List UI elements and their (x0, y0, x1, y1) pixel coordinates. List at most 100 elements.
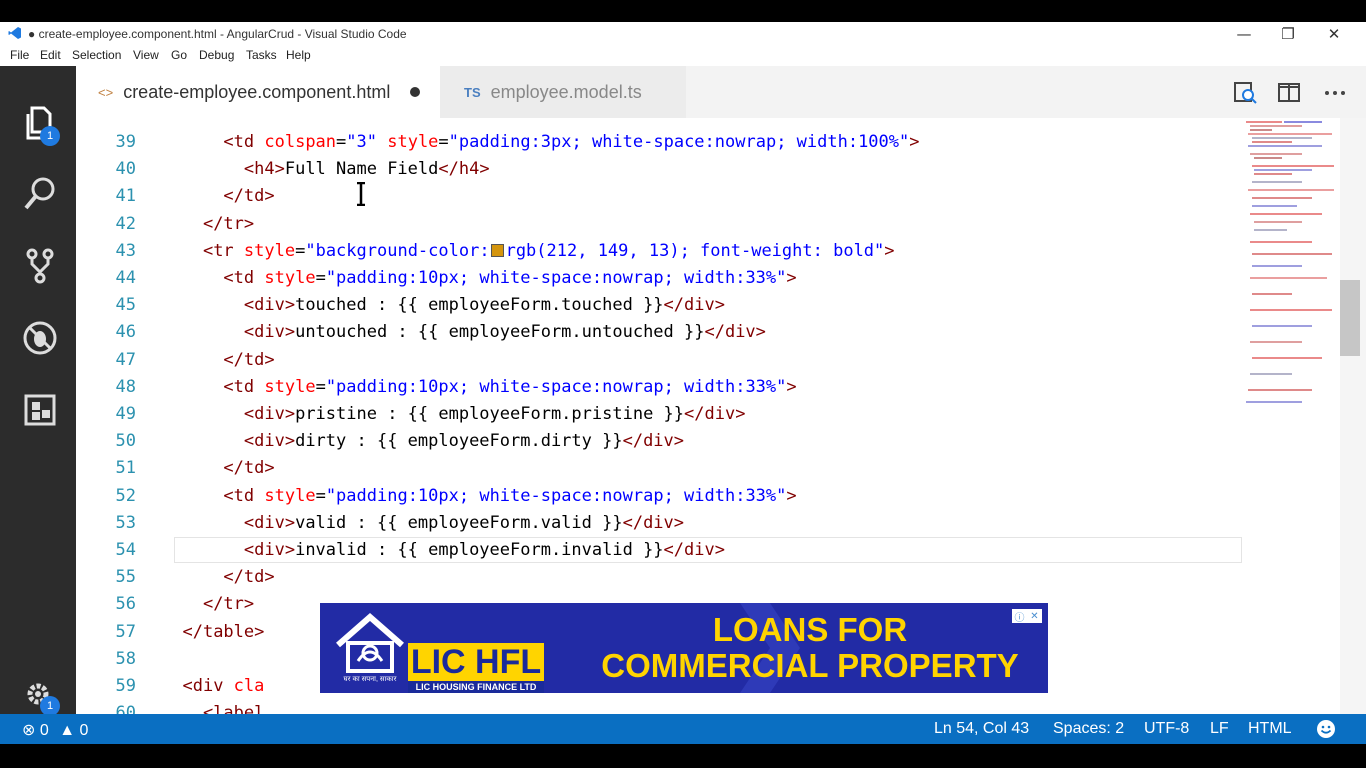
menu-go[interactable]: Go (171, 48, 187, 62)
title-bar: ● create-employee.component.html - Angul… (0, 22, 1366, 46)
minimize-button[interactable]: — (1222, 22, 1266, 46)
search-icon[interactable] (18, 172, 62, 216)
indentation[interactable]: Spaces: 2 (1053, 720, 1124, 738)
ad-info-icon[interactable]: ⓘ (1012, 609, 1027, 624)
line-number: 58 (115, 648, 136, 669)
minimap[interactable] (1242, 118, 1342, 714)
code-line[interactable]: 48 <td style="padding:10px; white-space:… (76, 374, 1242, 401)
menu-help[interactable]: Help (286, 48, 311, 62)
line-number: 56 (115, 594, 136, 615)
menu-view[interactable]: View (133, 48, 159, 62)
line-code: <tr style="background-color: rgb(212, 149… (162, 238, 895, 265)
source-control-icon[interactable] (18, 244, 62, 288)
open-preview-icon[interactable] (1232, 80, 1258, 106)
menu-tasks[interactable]: Tasks (246, 48, 277, 62)
settings-badge: 1 (40, 696, 60, 716)
code-line[interactable]: 43 <tr style="background-color: rgb(212, … (76, 238, 1242, 265)
code-line[interactable]: 49 <div>pristine : {{ employeeForm.prist… (76, 401, 1242, 428)
code-token: > (884, 240, 895, 261)
code-token: </td> (223, 567, 275, 588)
ad-close-icon[interactable]: ✕ (1027, 609, 1042, 623)
code-token: valid : {{ employeeForm.valid }} (295, 512, 623, 533)
vertical-scrollbar[interactable] (1340, 118, 1366, 714)
code-line[interactable]: 60 <label (76, 700, 1242, 714)
code-token: > (786, 268, 797, 288)
language-mode[interactable]: HTML (1248, 720, 1292, 738)
code-line[interactable]: 42 </tr> (76, 211, 1242, 238)
code-token: </h4> (438, 159, 490, 180)
extensions-icon[interactable] (18, 388, 62, 432)
code-line[interactable]: 55 </td> (76, 564, 1242, 591)
code-token: style (387, 132, 439, 152)
menu-selection[interactable]: Selection (72, 48, 121, 62)
end-of-line[interactable]: LF (1210, 720, 1229, 738)
status-bar: ⊗ 0 ▲ 0 Ln 54, Col 43 Spaces: 2 UTF-8 LF… (0, 714, 1366, 744)
line-code: </td> (162, 347, 274, 374)
menu-debug[interactable]: Debug (199, 48, 234, 62)
line-code: <div cla (162, 673, 264, 700)
explorer-icon[interactable]: 1 (18, 102, 62, 146)
color-swatch-icon[interactable] (490, 244, 504, 258)
code-token: <div> (243, 512, 296, 533)
code-line[interactable]: 45 <div>touched : {{ employeeForm.touche… (76, 292, 1242, 319)
split-editor-icon[interactable] (1276, 80, 1302, 106)
code-token: = (438, 132, 449, 152)
code-line[interactable]: 53 <div>valid : {{ employeeForm.valid }}… (76, 510, 1242, 537)
line-code: <td style="padding:10px; white-space:now… (162, 483, 796, 510)
menu-edit[interactable]: Edit (40, 48, 61, 62)
close-button[interactable]: ✕ (1312, 22, 1356, 46)
code-line[interactable]: 51 </td> (76, 455, 1242, 482)
ad-banner[interactable]: घर का सपना, साकार LIC HFL LIC HOUSING FI… (320, 603, 1048, 693)
code-token: </div> (663, 540, 725, 560)
code-line[interactable]: 41 </td> (76, 183, 1242, 210)
unsaved-dot-icon[interactable] (410, 87, 421, 97)
line-number: 55 (115, 567, 136, 588)
line-code: <td colspan="3" style="padding:3px; whit… (162, 129, 919, 156)
code-line[interactable]: 50 <div>dirty : {{ employeeForm.dirty }}… (76, 428, 1242, 455)
code-token: "padding:10px; white-space:nowrap; width… (325, 485, 787, 506)
code-line[interactable]: 52 <td style="padding:10px; white-space:… (76, 483, 1242, 510)
menu-file[interactable]: File (10, 48, 29, 62)
restore-button[interactable]: ❐ (1266, 22, 1310, 46)
menu-bar: File Edit Selection View Go Debug Tasks … (0, 46, 1366, 66)
warning-count: 0 (79, 722, 89, 739)
line-number: 57 (115, 621, 136, 642)
code-line[interactable]: 44 <td style="padding:10px; white-space:… (76, 265, 1242, 292)
code-token: cla (233, 676, 265, 696)
vertical-scrollbar-thumb[interactable] (1340, 280, 1360, 356)
code-line[interactable]: 39 <td colspan="3" style="padding:3px; w… (76, 129, 1242, 156)
line-number: 60 (115, 703, 136, 714)
cursor-position[interactable]: Ln 54, Col 43 (934, 720, 1029, 738)
explorer-badge: 1 (40, 126, 60, 146)
code-token: <td (223, 376, 265, 397)
tab-create-employee-component-html[interactable]: <> create-employee.component.html (76, 66, 440, 118)
line-number: 45 (115, 295, 136, 316)
debug-icon[interactable] (18, 316, 62, 360)
line-code: <div>touched : {{ employeeForm.touched }… (162, 292, 725, 319)
code-token: = (315, 485, 326, 506)
smiley-icon[interactable] (1316, 719, 1336, 739)
code-token: </tr> (202, 594, 255, 615)
code-token: </td> (223, 186, 275, 207)
code-line[interactable]: 46 <div>untouched : {{ employeeForm.unto… (76, 319, 1242, 346)
code-line[interactable]: 40 <h4>Full Name Field</h4> (76, 156, 1242, 183)
code-token: colspan (264, 132, 337, 152)
encoding[interactable]: UTF-8 (1144, 720, 1189, 738)
code-line[interactable]: 54 <div>invalid : {{ employeeForm.invali… (76, 537, 1242, 564)
tab-employee-model-ts[interactable]: TS employee.model.ts (440, 66, 686, 118)
more-actions-icon[interactable] (1322, 80, 1348, 106)
code-token: </div> (684, 404, 746, 424)
ad-headline-2: COMMERCIAL PROPERTY (601, 647, 1019, 684)
problems-indicator[interactable]: ⊗ 0 ▲ 0 (22, 720, 88, 740)
code-line[interactable]: 47 </td> (76, 347, 1242, 374)
ad-headline-1: LOANS FOR (712, 611, 908, 648)
